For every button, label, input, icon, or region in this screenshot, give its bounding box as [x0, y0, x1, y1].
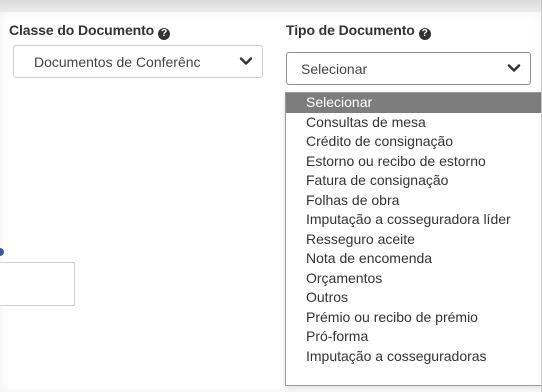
dropdown-option[interactable]: Imputação a cosseguradoras [286, 347, 542, 367]
dropdown-option[interactable]: Prémio ou recibo de prémio [286, 308, 542, 328]
dropdown-option[interactable]: Imputação a cosseguradora líder [286, 210, 542, 230]
tipo-label: Tipo de Documento? [286, 22, 431, 40]
partial-input-box[interactable] [0, 262, 75, 306]
tipo-dropdown-list[interactable]: Selecionar Consultas de mesa Crédito de … [285, 92, 542, 386]
classe-label-text: Classe do Documento [9, 22, 155, 38]
dropdown-option[interactable]: Selecionar [286, 93, 542, 113]
dropdown-option[interactable]: Fatura de consignação [286, 171, 542, 191]
tipo-select[interactable]: Selecionar [286, 52, 531, 85]
dropdown-option[interactable]: Estorno ou recibo de estorno [286, 152, 542, 172]
top-bar [0, 0, 542, 12]
dropdown-option[interactable]: Resseguro aceite [286, 230, 542, 250]
dropdown-option[interactable]: Outros [286, 288, 542, 308]
question-circle-icon[interactable]: ? [418, 28, 431, 40]
dropdown-option[interactable]: Folhas de obra [286, 191, 542, 211]
dropdown-option[interactable]: Nota de encomenda [286, 249, 542, 269]
question-circle-icon[interactable]: ? [158, 28, 171, 40]
classe-label: Classe do Documento? [9, 22, 171, 40]
tipo-select-value: Selecionar [301, 61, 368, 77]
classe-select[interactable]: Documentos de Conferênc [13, 45, 263, 78]
dropdown-option[interactable]: Consultas de mesa [286, 113, 542, 133]
dropdown-option[interactable]: Crédito de consignação [286, 132, 542, 152]
dropdown-option[interactable]: Orçamentos [286, 269, 542, 289]
classe-select-value: Documentos de Conferênc [34, 54, 201, 70]
dropdown-option[interactable]: Pró-forma [286, 327, 542, 347]
chevron-down-icon [239, 57, 253, 65]
tipo-label-text: Tipo de Documento [286, 22, 415, 38]
chevron-down-icon [507, 64, 521, 72]
